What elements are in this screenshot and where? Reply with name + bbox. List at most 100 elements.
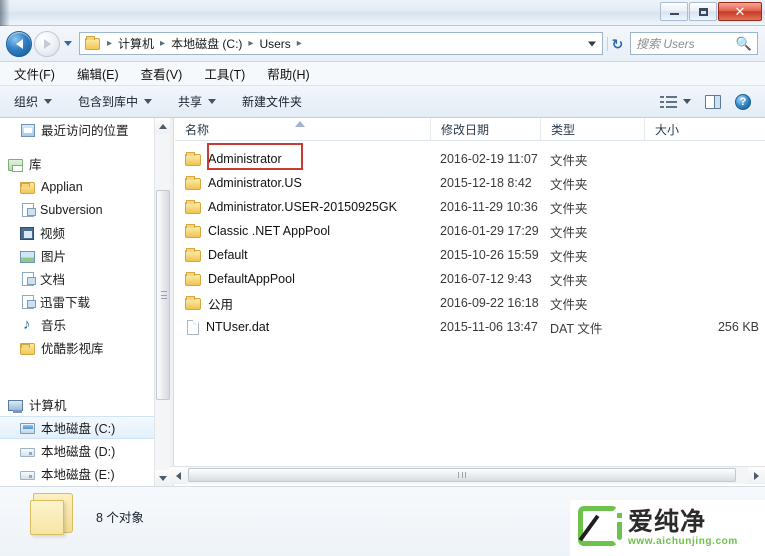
back-arrow-icon [15, 38, 23, 49]
sidebar-scrollbar[interactable] [154, 118, 170, 486]
breadcrumb[interactable]: ▸ 计算机 ▸ 本地磁盘 (C:) ▸ Users ▸ [79, 32, 603, 55]
scroll-left-button[interactable] [170, 467, 187, 484]
folder-icon [185, 176, 201, 190]
file-name-cell: Default [175, 248, 430, 262]
chevron-down-icon[interactable] [588, 41, 596, 46]
help-icon[interactable]: ? [735, 93, 751, 110]
chevron-down-icon [208, 99, 217, 104]
sidebar-item-label: 图片 [41, 250, 67, 264]
sort-ascending-icon [295, 120, 305, 127]
refresh-icon: ↻ [611, 35, 624, 52]
folder-icon [185, 272, 201, 286]
refresh-button[interactable]: ↻ [607, 35, 627, 52]
maximize-button[interactable] [689, 2, 717, 21]
sidebar-item-drive-c[interactable]: 本地磁盘 (C:) [0, 416, 170, 439]
document-icon [22, 294, 36, 309]
sidebar-item-documents[interactable]: 文档 [0, 267, 170, 290]
file-type-cell: 文件夹 [550, 201, 588, 216]
preview-pane-icon[interactable] [705, 94, 721, 109]
scroll-down-button[interactable] [155, 470, 170, 486]
file-name-cell: Classic .NET AppPool [175, 224, 430, 238]
menu-item-file[interactable]: 文件(F) [14, 64, 55, 83]
menu-item-view[interactable]: 查看(V) [141, 64, 183, 83]
sidebar-item-pictures[interactable]: 图片 [0, 244, 170, 267]
watermark-brand-name: 爱纯净 [628, 506, 707, 536]
toolbar-organize-label: 组织 [14, 95, 39, 109]
sidebar-item-label: Applian [41, 179, 83, 194]
table-row[interactable]: 公用 2016-09-22 16:18 文件夹 [175, 291, 765, 315]
breadcrumb-item-drive-c[interactable]: 本地磁盘 (C:) [170, 35, 243, 52]
menu-item-edit[interactable]: 编辑(E) [77, 64, 119, 83]
pane-splitter[interactable] [170, 118, 174, 486]
toolbar-share-button[interactable]: 共享 [178, 93, 217, 110]
scroll-up-button[interactable] [155, 118, 170, 134]
picture-icon [20, 250, 35, 263]
sidebar-item-youku-library[interactable]: 优酷影视库 [0, 336, 170, 359]
breadcrumb-item-users[interactable]: Users [258, 37, 291, 51]
toolbar-organize-button[interactable]: 组织 [14, 93, 53, 110]
sidebar-item-applian[interactable]: Applian [0, 175, 170, 198]
sidebar-item-music[interactable]: 音乐 [0, 313, 170, 336]
item-count-label: 8 个对象 [96, 511, 144, 525]
column-header-date[interactable]: 修改日期 [430, 118, 540, 141]
scroll-right-button[interactable] [748, 467, 765, 484]
file-date-cell: 2015-10-26 15:59 [440, 248, 539, 262]
table-row[interactable]: Administrator 2016-02-19 11:07 文件夹 [175, 147, 765, 171]
sidebar-item-drive-d[interactable]: 本地磁盘 (D:) [0, 439, 170, 462]
watermark-url: www.aichunjing.com [628, 536, 738, 548]
minimize-button[interactable] [660, 2, 688, 21]
sidebar-item-subversion[interactable]: Subversion [0, 198, 170, 221]
sidebar-item-videos[interactable]: 视频 [0, 221, 170, 244]
horizontal-scrollbar[interactable] [170, 466, 765, 484]
drive-icon [20, 470, 35, 480]
chevron-right-icon [754, 471, 759, 480]
file-name-label: NTUser.dat [206, 320, 270, 334]
column-header-type-label: 类型 [551, 122, 576, 137]
toolbar-include-in-library-label: 包含到库中 [78, 95, 139, 109]
table-row[interactable]: Administrator.US 2015-12-18 8:42 文件夹 [175, 171, 765, 195]
sidebar-scrollbar-thumb[interactable] [156, 190, 170, 400]
file-type-cell: DAT 文件 [550, 321, 603, 336]
sidebar-item-drive-e[interactable]: 本地磁盘 (E:) [0, 462, 170, 485]
toolbar: 组织 包含到库中 共享 新建文件夹 ? [0, 86, 765, 118]
breadcrumb-item-computer[interactable]: 计算机 [117, 35, 155, 52]
chevron-down-icon [159, 475, 167, 481]
menu-item-help[interactable]: 帮助(H) [267, 64, 309, 83]
back-button[interactable] [6, 30, 32, 57]
table-row[interactable]: DefaultAppPool 2016-07-12 9:43 文件夹 [175, 267, 765, 291]
horizontal-scrollbar-track[interactable] [187, 467, 748, 484]
table-row[interactable]: Administrator.USER-20150925GK 2016-11-29… [175, 195, 765, 219]
column-header-size[interactable]: 大小 [644, 118, 765, 141]
history-dropdown-icon[interactable] [64, 41, 72, 46]
sidebar-item-libraries[interactable]: 库 [0, 152, 170, 175]
sidebar-item-label: 本地磁盘 (E:) [41, 468, 115, 482]
column-header-type[interactable]: 类型 [540, 118, 644, 141]
explorer-body: 最近访问的位置 库 Applian Subversion 视频 图片 文档 迅雷… [0, 118, 765, 486]
table-row[interactable]: Classic .NET AppPool 2016-01-29 17:29 文件… [175, 219, 765, 243]
toolbar-new-folder-button[interactable]: 新建文件夹 [242, 93, 302, 110]
table-row[interactable]: NTUser.dat 2015-11-06 13:47 DAT 文件 256 K… [175, 315, 765, 339]
column-header-name[interactable]: 名称 [175, 118, 430, 141]
file-name-cell: 公用 [175, 294, 430, 313]
breadcrumb-separator-3: ▸ [296, 38, 302, 49]
search-input[interactable]: 搜索 Users 🔍 [630, 32, 758, 55]
view-options-button[interactable] [660, 95, 691, 109]
sidebar-item-computer[interactable]: 计算机 [0, 393, 170, 416]
file-name-label: Administrator [208, 152, 282, 166]
forward-button[interactable] [34, 30, 60, 57]
menu-item-tools[interactable]: 工具(T) [204, 64, 245, 83]
folder-icon [20, 342, 35, 355]
document-icon [22, 202, 36, 217]
chevron-down-icon [683, 99, 691, 104]
table-row[interactable]: Default 2015-10-26 15:59 文件夹 [175, 243, 765, 267]
horizontal-scrollbar-thumb[interactable] [188, 468, 736, 482]
toolbar-include-in-library-button[interactable]: 包含到库中 [78, 93, 153, 110]
breadcrumb-separator-2: ▸ [248, 38, 254, 49]
sidebar-item-thunder-downloads[interactable]: 迅雷下载 [0, 290, 170, 313]
system-drive-icon [20, 423, 35, 434]
close-button[interactable]: ✕ [718, 2, 762, 21]
sidebar-item-recent[interactable]: 最近访问的位置 [0, 118, 170, 141]
file-type-cell: 文件夹 [550, 177, 588, 192]
title-bar-glow [0, 0, 10, 26]
